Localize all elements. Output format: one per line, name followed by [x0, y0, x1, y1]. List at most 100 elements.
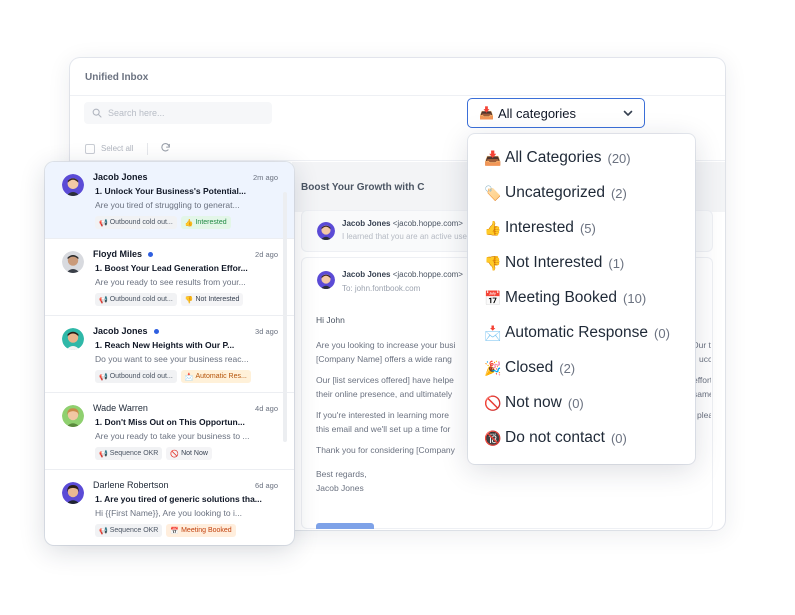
- category-tag: 👍 Interested: [180, 216, 231, 229]
- email-time: 2m ago: [252, 173, 278, 182]
- avatar: [62, 174, 84, 196]
- paragraph-line-tail: same fo: [693, 388, 711, 399]
- divider: [147, 142, 149, 155]
- campaign-label: Outbound cold out...: [109, 296, 173, 303]
- collapsed-preview: I learned that you are an active use: [342, 232, 467, 241]
- label-tag-icon: 🏷️: [484, 184, 502, 201]
- party-popper-icon: 🎉: [484, 359, 502, 376]
- sender-name: Floyd Miles: [93, 249, 143, 259]
- email-sender: Floyd Miles: [93, 249, 154, 259]
- refresh-icon: [161, 143, 171, 152]
- campaign-tag: 📢 Sequence OKR: [95, 524, 163, 537]
- menu-item-count: (2): [559, 360, 576, 376]
- menu-item-closed[interactable]: 🎉 Closed (2): [484, 357, 575, 379]
- megaphone-icon: 📢: [99, 219, 108, 227]
- menu-item-label: Uncategorized: [505, 184, 605, 201]
- email-snippet: Are you tired of struggling to generat..…: [95, 200, 240, 210]
- envelope-icon: 📩: [184, 373, 194, 381]
- menu-item-interested[interactable]: 👍 Interested (5): [484, 217, 596, 239]
- category-select[interactable]: 📥 All categories: [467, 98, 645, 128]
- email-snippet: Do you want to see your business reac...: [95, 354, 249, 364]
- select-all-row: Select all: [85, 142, 171, 155]
- megaphone-icon: 📢: [99, 373, 108, 381]
- email-time: 6d ago: [255, 481, 278, 490]
- email-list-item[interactable]: Jacob Jones 2m ago 1. Unlock Your Busine…: [45, 162, 294, 239]
- paragraph-line: this email and we'll set up a time for: [316, 423, 451, 434]
- email-list-item[interactable]: Wade Warren 4d ago 1. Don't Miss Out on …: [45, 393, 294, 470]
- paragraph-line: If you're interested in learning more: [316, 410, 449, 420]
- email-subject: 1. Unlock Your Business's Potential...: [95, 186, 246, 196]
- email-list-item[interactable]: Darlene Robertson 6d ago 1. Are you tire…: [45, 470, 294, 545]
- reply-button[interactable]: [316, 523, 374, 529]
- menu-item-all-categories[interactable]: 📥 All Categories (20): [484, 147, 631, 169]
- menu-item-automatic-response[interactable]: 📩 Automatic Response (0): [484, 322, 670, 344]
- email-time: 3d ago: [255, 327, 278, 336]
- campaign-label: Sequence OKR: [109, 527, 159, 534]
- message-to: To: john.fontbook.com: [342, 284, 421, 293]
- select-all-checkbox[interactable]: [85, 143, 95, 154]
- email-list-item[interactable]: Floyd Miles 2d ago 1. Boost Your Lead Ge…: [45, 239, 294, 316]
- paragraph-line: their online presence, and ultimately: [316, 388, 453, 399]
- prohibited-icon: 🚫: [484, 394, 502, 411]
- menu-item-not-now[interactable]: 🚫 Not now (0): [484, 392, 584, 414]
- collapsed-sender-email: <jacob.hoppe.com>: [392, 219, 463, 228]
- megaphone-icon: 📢: [99, 527, 108, 535]
- avatar: [62, 482, 84, 504]
- email-list-item[interactable]: Jacob Jones 3d ago 1. Reach New Heights …: [45, 316, 294, 393]
- menu-item-uncategorized[interactable]: 🏷️ Uncategorized (2): [484, 182, 627, 204]
- sender-name: Jacob Jones: [93, 172, 148, 182]
- paragraph-line: Are you looking to increase your busi: [316, 340, 456, 350]
- menu-item-do-not-contact[interactable]: 🔞 Do not contact (0): [484, 427, 627, 449]
- category-tag: 🚫 Not Now: [166, 447, 212, 460]
- no-entry-icon: 🔞: [484, 429, 502, 446]
- avatar: [317, 222, 335, 240]
- email-sender: Darlene Robertson: [93, 480, 169, 490]
- category-label: Meeting Booked: [181, 527, 232, 534]
- sender-name: Jacob Jones: [93, 326, 148, 336]
- sender-name: Wade Warren: [93, 403, 148, 413]
- message-sender-name: Jacob Jones: [342, 270, 391, 279]
- email-snippet: Hi {{First Name}}, Are you looking to i.…: [95, 508, 242, 518]
- refresh-button[interactable]: [160, 142, 171, 155]
- divider: [70, 95, 725, 96]
- envelope-icon: 📩: [484, 324, 502, 341]
- avatar: [62, 328, 84, 350]
- thumbs-down-icon: 👎: [484, 254, 502, 271]
- category-label: Automatic Res...: [195, 373, 247, 380]
- unread-dot: [148, 251, 154, 257]
- search-input[interactable]: [108, 108, 268, 118]
- email-sender: Wade Warren: [93, 403, 148, 413]
- inbox-tray-icon: 📥: [484, 149, 502, 166]
- collapsed-sender-name: Jacob Jones: [342, 219, 391, 228]
- thumbs-up-icon: 👍: [184, 219, 194, 227]
- menu-item-count: (1): [608, 255, 625, 271]
- inbox-tray-icon: 📥: [479, 106, 494, 120]
- avatar: [317, 271, 335, 289]
- category-tag: 📩 Automatic Res...: [180, 370, 251, 383]
- avatar: [62, 405, 84, 427]
- category-label: Not Now: [181, 450, 208, 457]
- search-box[interactable]: [84, 102, 272, 124]
- email-sender: Jacob Jones: [93, 172, 148, 182]
- campaign-tag: 📢 Outbound cold out...: [95, 370, 177, 383]
- email-snippet: Are you ready to see results from your..…: [95, 277, 246, 287]
- app-stage: Unified Inbox 📥 All categories Select al…: [0, 0, 795, 615]
- email-subject: 1. Don't Miss Out on This Opportun...: [95, 417, 245, 427]
- email-subject: 1. Reach New Heights with Our P...: [95, 340, 235, 350]
- unread-dot: [153, 328, 159, 334]
- paragraph-line: [Company Name] offers a wide rang: [316, 353, 452, 364]
- category-tag: 📅 Meeting Booked: [166, 524, 236, 537]
- menu-item-meeting-booked[interactable]: 📅 Meeting Booked (10): [484, 287, 646, 309]
- menu-item-label: Not now: [505, 394, 562, 411]
- menu-item-label: Interested: [505, 219, 574, 236]
- select-all-label: Select all: [101, 144, 134, 153]
- thread-subject: Boost Your Growth with C: [301, 182, 425, 193]
- calendar-icon: 📅: [170, 527, 180, 535]
- page-title: Unified Inbox: [85, 72, 149, 83]
- scrollbar[interactable]: [283, 192, 287, 442]
- megaphone-icon: 📢: [99, 296, 108, 304]
- paragraph-line-tail: please: [697, 410, 711, 420]
- paragraph-line: Our [list services offered] have helpe: [316, 375, 454, 385]
- menu-item-not-interested[interactable]: 👎 Not Interested (1): [484, 252, 624, 274]
- menu-item-label: Meeting Booked: [505, 289, 618, 306]
